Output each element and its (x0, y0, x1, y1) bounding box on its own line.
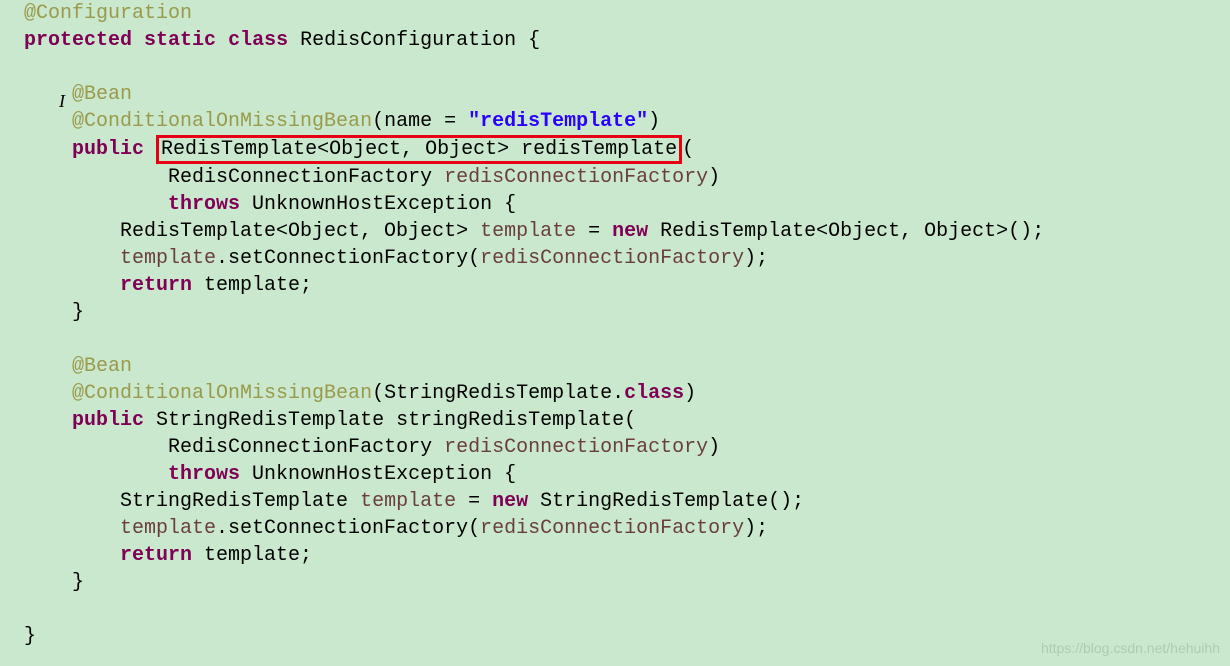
m1-l3-a: template; (192, 274, 312, 297)
kw-class: class (228, 29, 288, 52)
redbox-text: RedisTemplate<Object, Object> redisTempl… (161, 138, 677, 161)
kw-throws-2: throws (168, 463, 240, 486)
m2-sig: StringRedisTemplate stringRedisTemplate( (144, 409, 636, 432)
m1-l2-c: redisConnectionFactory (480, 247, 744, 270)
m2-l2-c: redisConnectionFactory (480, 517, 744, 540)
highlighted-signature: RedisTemplate<Object, Object> redisTempl… (156, 135, 682, 164)
exception-1: UnknownHostException (240, 193, 504, 216)
kw-return-1: return (120, 274, 192, 297)
brace-open: { (528, 29, 540, 52)
m2-l2-d: ); (744, 517, 768, 540)
anno-bean-2: @Bean (72, 355, 132, 378)
factory-type-2: RedisConnectionFactory (168, 436, 444, 459)
factory-param-2: redisConnectionFactory (444, 436, 708, 459)
m1-l1-a: RedisTemplate<Object, Object> (120, 220, 480, 243)
anno-cond-2c: ) (684, 382, 696, 405)
m2-l2-a: template (120, 517, 216, 540)
kw-new-1: new (612, 220, 648, 243)
brace-open-m2: { (504, 463, 516, 486)
m2-l1-d: StringRedisTemplate(); (528, 490, 804, 513)
m2-l1-b: template (360, 490, 456, 513)
cond1-close: ) (648, 110, 660, 133)
anno-bean-1: @Bean (72, 83, 132, 106)
brace-close-m2: } (72, 571, 84, 594)
anno-cond-2a: @ConditionalOnMissingBean (72, 382, 372, 405)
anno-config: @Configuration (24, 2, 192, 25)
watermark: https://blog.csdn.net/hehuihh (1041, 639, 1220, 658)
kw-protected: protected (24, 29, 132, 52)
m1-l2-d: ); (744, 247, 768, 270)
m2-l1-c: = (456, 490, 492, 513)
kw-public-1: public (72, 138, 144, 161)
kw-class-2: class (624, 382, 684, 405)
m1-l1-b: template (480, 220, 576, 243)
m2-l1-a: StringRedisTemplate (120, 490, 360, 513)
text-cursor: I (59, 89, 65, 113)
m1-l2-a: template (120, 247, 216, 270)
anno-cond-2b: (StringRedisTemplate. (372, 382, 624, 405)
anno-cond-1a: @ConditionalOnMissingBean (72, 110, 372, 133)
kw-return-2: return (120, 544, 192, 567)
kw-public-2: public (72, 409, 144, 432)
kw-new-2: new (492, 490, 528, 513)
paren-open-1: ( (682, 138, 694, 161)
m1-l2-b: .setConnectionFactory( (216, 247, 480, 270)
m2-l2-b: .setConnectionFactory( (216, 517, 480, 540)
brace-open-m1: { (504, 193, 516, 216)
cond1-string: "redisTemplate" (468, 110, 648, 133)
brace-close-m1: } (72, 301, 84, 324)
factory-param-1: redisConnectionFactory (444, 166, 708, 189)
classname: RedisConfiguration (300, 29, 516, 52)
m1-l1-d: RedisTemplate<Object, Object>(); (648, 220, 1044, 243)
exception-2: UnknownHostException (240, 463, 504, 486)
m2-l3-a: template; (192, 544, 312, 567)
kw-throws-1: throws (168, 193, 240, 216)
factory-type-1: RedisConnectionFactory (168, 166, 444, 189)
kw-static: static (144, 29, 216, 52)
m1-l1-c: = (576, 220, 612, 243)
brace-close-class: } (24, 625, 36, 648)
code-block: @Configuration protected static class Re… (0, 0, 1230, 650)
paren-close-2: ) (708, 436, 720, 459)
anno-cond-1b: (name = (372, 110, 468, 133)
paren-close-1: ) (708, 166, 720, 189)
